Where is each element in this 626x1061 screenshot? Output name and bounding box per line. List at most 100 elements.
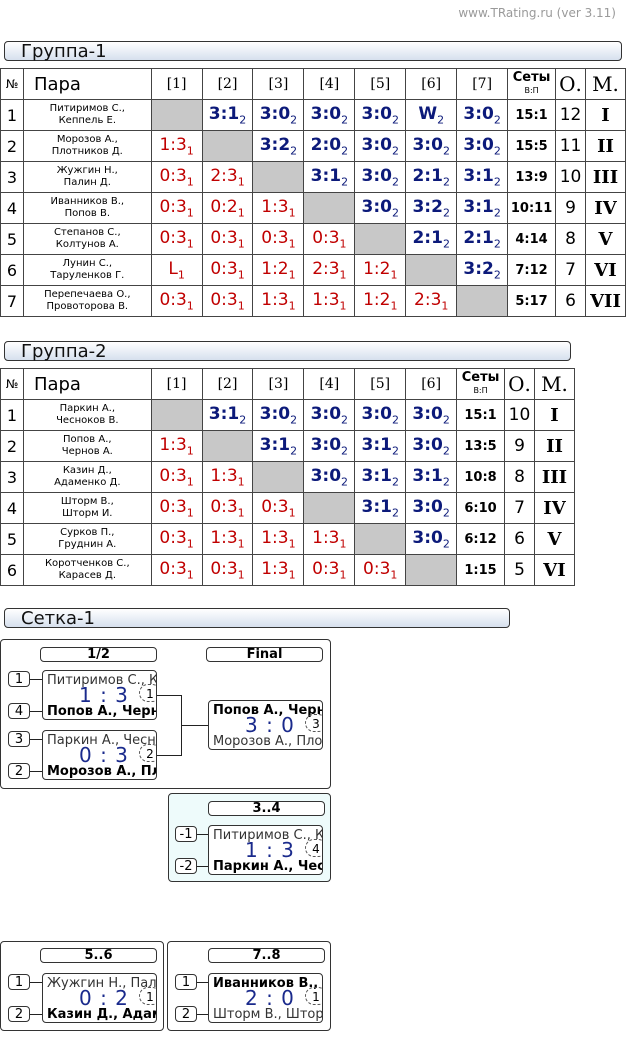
result-cell[interactable]: 1:21 [354, 285, 407, 317]
result-cell[interactable]: 3:02 [303, 399, 356, 431]
result-cell[interactable]: 0:31 [303, 223, 356, 255]
result-cell[interactable]: 1:31 [252, 523, 305, 555]
result-cell[interactable]: 3:02 [303, 430, 356, 462]
points-total: 5 [504, 554, 535, 586]
result-cell[interactable]: 0:31 [252, 492, 305, 524]
result-cell[interactable]: 3:12 [354, 492, 407, 524]
result-cell[interactable]: 3:02 [354, 161, 407, 193]
final-place: IV [585, 192, 626, 224]
result-cell[interactable]: 3:12 [201, 99, 254, 131]
result-cell[interactable]: 3:02 [456, 130, 509, 162]
result-cell[interactable]: 1:31 [252, 192, 305, 224]
result-score: 1:3 [210, 527, 238, 548]
result-cell[interactable]: 3:02 [405, 430, 458, 462]
final-place: V [533, 523, 576, 555]
pair-names: Перепечаева О., Провоторова В. [22, 285, 152, 317]
result-cell[interactable]: 1:31 [252, 285, 305, 317]
result-cell[interactable]: 1:31 [201, 523, 254, 555]
match-semi1[interactable]: Питиримов С., Кеппель Е. 1 : 3 1 Попов А… [42, 670, 157, 720]
result-cell[interactable]: W2 [405, 99, 458, 131]
player-name: Провоторова В. [46, 301, 129, 312]
row-number: 6 [0, 554, 24, 586]
result-points: 2 [341, 444, 349, 458]
result-cell[interactable]: 1:21 [354, 254, 407, 286]
result-score: 2:3 [210, 165, 238, 186]
result-cell[interactable]: 3:02 [405, 523, 458, 555]
result-cell[interactable]: 0:31 [201, 492, 254, 524]
result-cell[interactable]: 3:12 [252, 430, 305, 462]
result-cell[interactable]: 0:31 [150, 554, 203, 586]
result-cell[interactable]: 0:31 [150, 523, 203, 555]
result-cell[interactable]: 2:31 [405, 285, 458, 317]
result-cell[interactable]: 3:12 [405, 461, 458, 493]
result-cell[interactable]: 3:02 [405, 492, 458, 524]
result-cell[interactable]: 0:31 [150, 461, 203, 493]
result-score: 3:1 [208, 103, 240, 124]
result-cell[interactable]: 0:31 [201, 285, 254, 317]
result-cell[interactable]: 3:02 [354, 99, 407, 131]
result-cell[interactable]: 0:31 [150, 492, 203, 524]
result-cell[interactable]: 3:02 [405, 399, 458, 431]
result-cell[interactable]: 3:02 [354, 130, 407, 162]
result-cell[interactable]: 2:31 [201, 161, 254, 193]
result-cell[interactable]: 3:12 [354, 430, 407, 462]
player-name: Морозов А., [56, 134, 118, 145]
result-cell[interactable]: 1:31 [150, 430, 203, 462]
result-cell[interactable]: 3:02 [303, 461, 356, 493]
result-cell[interactable]: 0:31 [150, 285, 203, 317]
result-cell[interactable]: 1:31 [201, 461, 254, 493]
match-seventh-place[interactable]: Иванников В., Попов В. 2 : 0 1 Шторм В.,… [208, 973, 323, 1023]
result-cell[interactable]: 1:31 [150, 130, 203, 162]
result-cell[interactable]: 2:02 [303, 130, 356, 162]
result-cell[interactable]: 2:12 [456, 223, 509, 255]
result-cell[interactable]: 0:31 [303, 554, 356, 586]
result-cell[interactable]: 3:02 [252, 399, 305, 431]
result-cell[interactable]: 3:22 [456, 254, 509, 286]
result-cell[interactable]: 3:02 [252, 99, 305, 131]
result-cell[interactable]: 3:12 [303, 161, 356, 193]
result-score: 2:0 [310, 134, 342, 155]
player-name: Колтунов А. [55, 239, 119, 250]
match-number: 1 [139, 684, 156, 702]
result-cell[interactable]: 3:02 [456, 99, 509, 131]
result-score: 0:3 [159, 289, 187, 310]
result-cell[interactable]: 1:31 [303, 285, 356, 317]
result-cell[interactable]: 3:22 [252, 130, 305, 162]
result-cell[interactable]: 3:02 [354, 192, 407, 224]
match-third-place[interactable]: Питиримов С., Кеппель Е. 1 : 3 4 Паркин … [208, 825, 323, 875]
result-score: 3:1 [412, 465, 443, 486]
row-number: 4 [0, 192, 24, 224]
result-cell[interactable]: 2:31 [303, 254, 356, 286]
result-cell[interactable]: 3:12 [456, 161, 509, 193]
match-number: 1 [305, 987, 322, 1005]
result-cell[interactable]: 2:12 [405, 161, 458, 193]
result-cell[interactable]: 3:12 [456, 192, 509, 224]
result-cell[interactable]: 0:31 [150, 223, 203, 255]
result-cell[interactable]: 0:31 [201, 254, 254, 286]
result-points: 1 [186, 175, 194, 189]
result-cell[interactable]: 2:12 [405, 223, 458, 255]
result-cell[interactable]: 3:12 [201, 399, 254, 431]
result-cell[interactable]: 0:31 [201, 554, 254, 586]
result-score: 0:2 [210, 196, 238, 217]
result-cell[interactable]: 0:31 [201, 223, 254, 255]
result-cell[interactable]: 0:31 [354, 554, 407, 586]
result-cell[interactable]: 3:12 [354, 461, 407, 493]
match-final[interactable]: Попов А., Чернов А. 3 : 0 3 Морозов А., … [208, 700, 323, 750]
result-cell[interactable]: 1:31 [252, 554, 305, 586]
result-cell[interactable]: 1:31 [303, 523, 356, 555]
result-cell[interactable]: 0:21 [201, 192, 254, 224]
result-cell[interactable]: 0:31 [252, 223, 305, 255]
result-cell[interactable]: 3:02 [354, 399, 407, 431]
result-cell[interactable]: L1 [150, 254, 203, 286]
result-cell[interactable]: 0:31 [150, 161, 203, 193]
result-cell[interactable]: 3:02 [405, 130, 458, 162]
match-semi2[interactable]: Паркин А., Чесноков В. 0 : 3 2 Морозов А… [42, 730, 157, 780]
player-name: Жужгин Н., [56, 165, 118, 176]
result-cell[interactable]: 1:21 [252, 254, 305, 286]
result-cell[interactable]: 3:22 [405, 192, 458, 224]
result-score: 0:3 [159, 196, 187, 217]
result-cell[interactable]: 3:02 [303, 99, 356, 131]
match-fifth-place[interactable]: Жужгин Н., Палин Д. 0 : 2 1 Казин Д., Ад… [42, 973, 157, 1023]
result-cell[interactable]: 0:31 [150, 192, 203, 224]
